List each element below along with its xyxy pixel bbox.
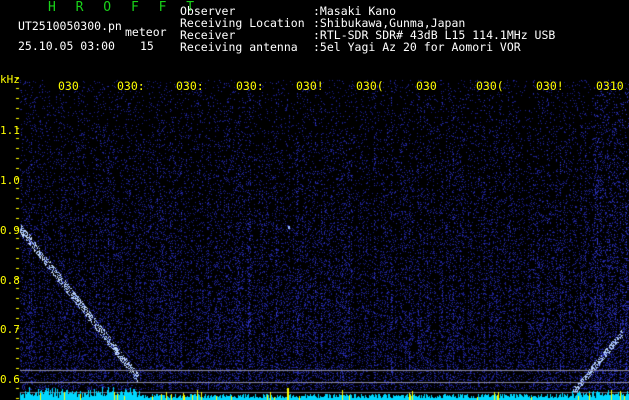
- y-tick-label: 0.7: [0, 323, 20, 336]
- antenna-label: Receiving antenna: [180, 40, 298, 54]
- time-tick: 030:: [176, 79, 204, 93]
- y-tick-label: 0.8: [0, 274, 20, 287]
- time-tick: 030: [416, 79, 437, 93]
- app-title: H R O F F T: [48, 0, 201, 15]
- time-tick: 030!: [536, 79, 564, 93]
- time-tick: 0310: [596, 79, 624, 93]
- time-tick: 030: [58, 79, 79, 93]
- y-tick-label: 0.9: [0, 224, 20, 237]
- antenna-value: :5el Yagi Az 20 for Aomori VOR: [313, 40, 521, 54]
- time-tick: 030(: [356, 79, 384, 93]
- y-tick-label: 1.0: [0, 174, 20, 187]
- file-name: UT2510050300.pn: [18, 19, 122, 33]
- time-tick: 030(: [476, 79, 504, 93]
- y-unit-label: kHz: [0, 73, 20, 86]
- meteor-count: 15: [140, 39, 154, 53]
- time-tick: 030!: [296, 79, 324, 93]
- spectrogram: [0, 78, 629, 400]
- y-tick-label: 0.6: [0, 373, 20, 386]
- time-tick: 030:: [117, 79, 145, 93]
- detection-tag: meteor: [125, 25, 167, 39]
- y-tick-label: 1.1: [0, 124, 20, 137]
- time-tick: 030:: [236, 79, 264, 93]
- header-panel: H R O F F T UT2510050300.pn meteor 25.10…: [0, 0, 629, 78]
- timestamp: 25.10.05 03:00: [18, 39, 115, 53]
- hrofft-window: { "app": {"title": "H R O F F T"}, "file…: [0, 0, 629, 400]
